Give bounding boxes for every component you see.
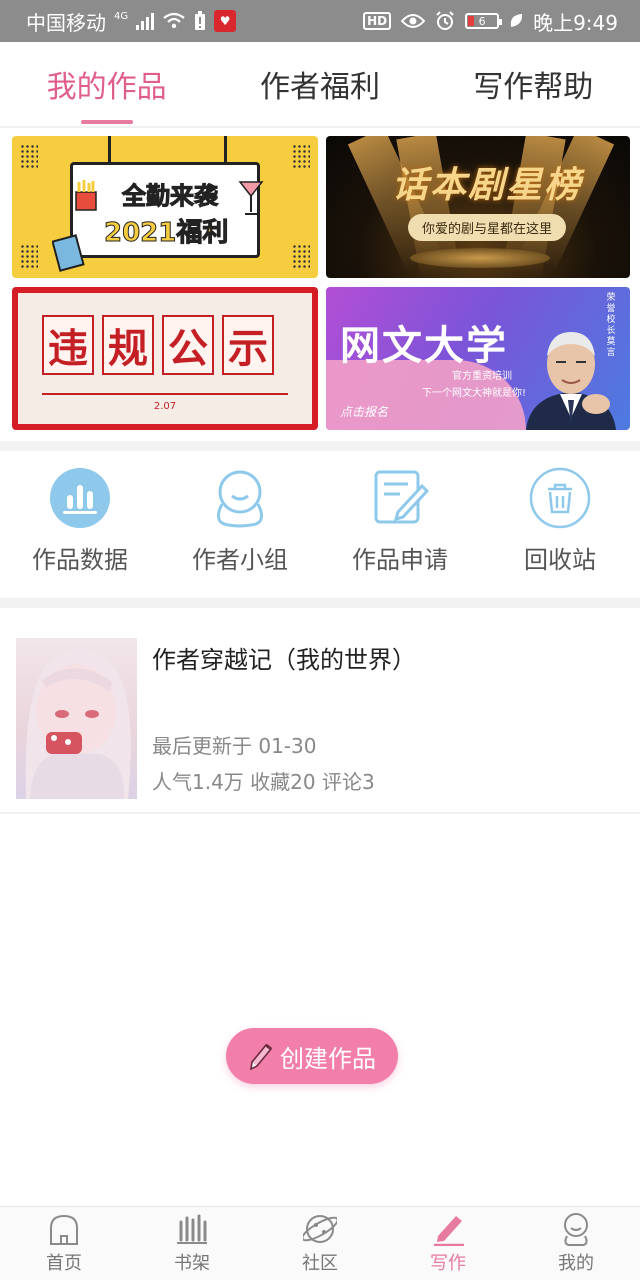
banner-star-list[interactable]: 话本剧星榜 你爱的剧与星都在这里 (326, 136, 630, 278)
banner-web-novel-university[interactable]: 网文大学 官方重资培训 下一个网文大神就是你! 点击报名 荣誉校长 莫言 (326, 287, 630, 430)
edit-document-icon (368, 466, 432, 530)
work-list-item[interactable]: 作者穿越记（我的世界） 最后更新于 01-30 人气1.4万 收藏20 评论3 (0, 630, 640, 814)
university-line1: 官方重资培训 (452, 371, 512, 382)
status-bar: 中国移动 4G ♥ HD 6 晚上9:49 (0, 0, 640, 42)
star-list-subtitle: 你爱的剧与星都在这里 (408, 214, 567, 241)
action-recycle-bin[interactable]: 回收站 (480, 452, 640, 600)
violation-char: 规 (102, 315, 154, 375)
action-work-application[interactable]: 作品申请 (320, 452, 480, 600)
violation-char: 示 (222, 315, 274, 375)
nav-label: 写作 (430, 1253, 466, 1274)
banner-grid: 全勤来袭 2021福利 话本剧星榜 你爱的剧与星都在这里 违 规 公 示 2.0… (12, 136, 630, 430)
university-line2: 下一个网文大神就是你! (422, 388, 527, 399)
work-title: 作者穿越记（我的世界） (152, 646, 416, 674)
violation-date: 2.07 (153, 401, 177, 412)
nav-write[interactable]: 写作 (384, 1207, 512, 1280)
tab-writing-help[interactable]: 写作帮助 (427, 42, 640, 126)
stage-graphic (410, 248, 550, 268)
violation-char: 公 (162, 315, 214, 375)
action-work-data[interactable]: 作品数据 (0, 452, 160, 600)
violation-chars: 违 规 公 示 (42, 315, 274, 375)
carrier-label: 中国移动 (26, 10, 106, 35)
battery-level: 6 (478, 14, 486, 28)
banner-violation-notice[interactable]: 违 规 公 示 2.07 (12, 287, 318, 430)
section-separator (0, 598, 640, 608)
university-title: 网文大学 (340, 323, 508, 369)
tab-author-welfare[interactable]: 作者福利 (213, 42, 426, 126)
signup-cta: 点击报名 (340, 405, 389, 419)
network-label: 4G (114, 10, 129, 22)
banner-welfare[interactable]: 全勤来袭 2021福利 (12, 136, 318, 278)
fries-icon (75, 180, 97, 211)
app-notification-icon: ♥ (214, 10, 237, 32)
alert-battery-icon (195, 11, 206, 30)
hd-badge: HD (363, 12, 392, 30)
alarm-icon (436, 11, 454, 30)
quick-actions: 作品数据 作者小组 作品申请 回收站 (0, 452, 640, 600)
create-work-label: 创建作品 (280, 1044, 376, 1073)
bar-chart-icon (48, 466, 112, 530)
section-separator (0, 441, 640, 451)
nav-community[interactable]: 社区 (256, 1207, 384, 1280)
create-work-button[interactable]: 创建作品 (226, 1028, 398, 1084)
nav-label: 书架 (174, 1253, 210, 1274)
trash-icon (528, 466, 592, 530)
dot-pattern (20, 144, 38, 170)
profile-icon (558, 1211, 594, 1247)
work-last-updated: 最后更新于 01-30 (152, 734, 317, 758)
action-label: 作品数据 (32, 546, 128, 574)
portrait-image (526, 332, 616, 430)
action-label: 作品申请 (352, 546, 448, 574)
nav-home[interactable]: 首页 (0, 1207, 128, 1280)
clock: 晚上9:49 (533, 10, 618, 35)
welfare-line2: 2021福利 (103, 218, 229, 249)
divider (42, 393, 288, 395)
battery-icon: 6 (465, 13, 503, 29)
eye-icon (401, 14, 426, 28)
book-icon (52, 234, 85, 272)
star-list-title: 话本剧星榜 (392, 165, 583, 206)
dot-pattern (292, 144, 310, 170)
leaf-icon (510, 14, 523, 27)
dot-pattern (292, 244, 310, 270)
home-icon (46, 1211, 82, 1247)
bookshelf-icon (174, 1211, 210, 1247)
pen-icon (430, 1211, 466, 1247)
work-cover-image (16, 638, 137, 799)
group-icon (208, 466, 272, 530)
community-icon (302, 1211, 338, 1247)
tab-my-works[interactable]: 我的作品 (0, 42, 213, 126)
action-label: 回收站 (524, 546, 596, 574)
nav-label: 社区 (302, 1253, 338, 1274)
top-tabs: 我的作品 作者福利 写作帮助 (0, 42, 640, 128)
nav-label: 首页 (46, 1253, 82, 1274)
wifi-icon (163, 12, 185, 29)
bottom-navigation: 首页 书架 社区 写作 我的 (0, 1206, 640, 1280)
nav-profile[interactable]: 我的 (512, 1207, 640, 1280)
action-label: 作者小组 (192, 546, 288, 574)
work-stats: 人气1.4万 收藏20 评论3 (152, 770, 375, 794)
welfare-line1: 全勤来袭 (122, 182, 219, 211)
action-author-group[interactable]: 作者小组 (160, 452, 320, 600)
violation-char: 违 (42, 315, 94, 375)
cocktail-icon (238, 181, 264, 215)
nav-label: 我的 (558, 1253, 594, 1274)
nav-bookshelf[interactable]: 书架 (128, 1207, 256, 1280)
signal-icon (136, 12, 155, 30)
dot-pattern (20, 244, 38, 270)
pencil-icon (249, 1043, 273, 1071)
